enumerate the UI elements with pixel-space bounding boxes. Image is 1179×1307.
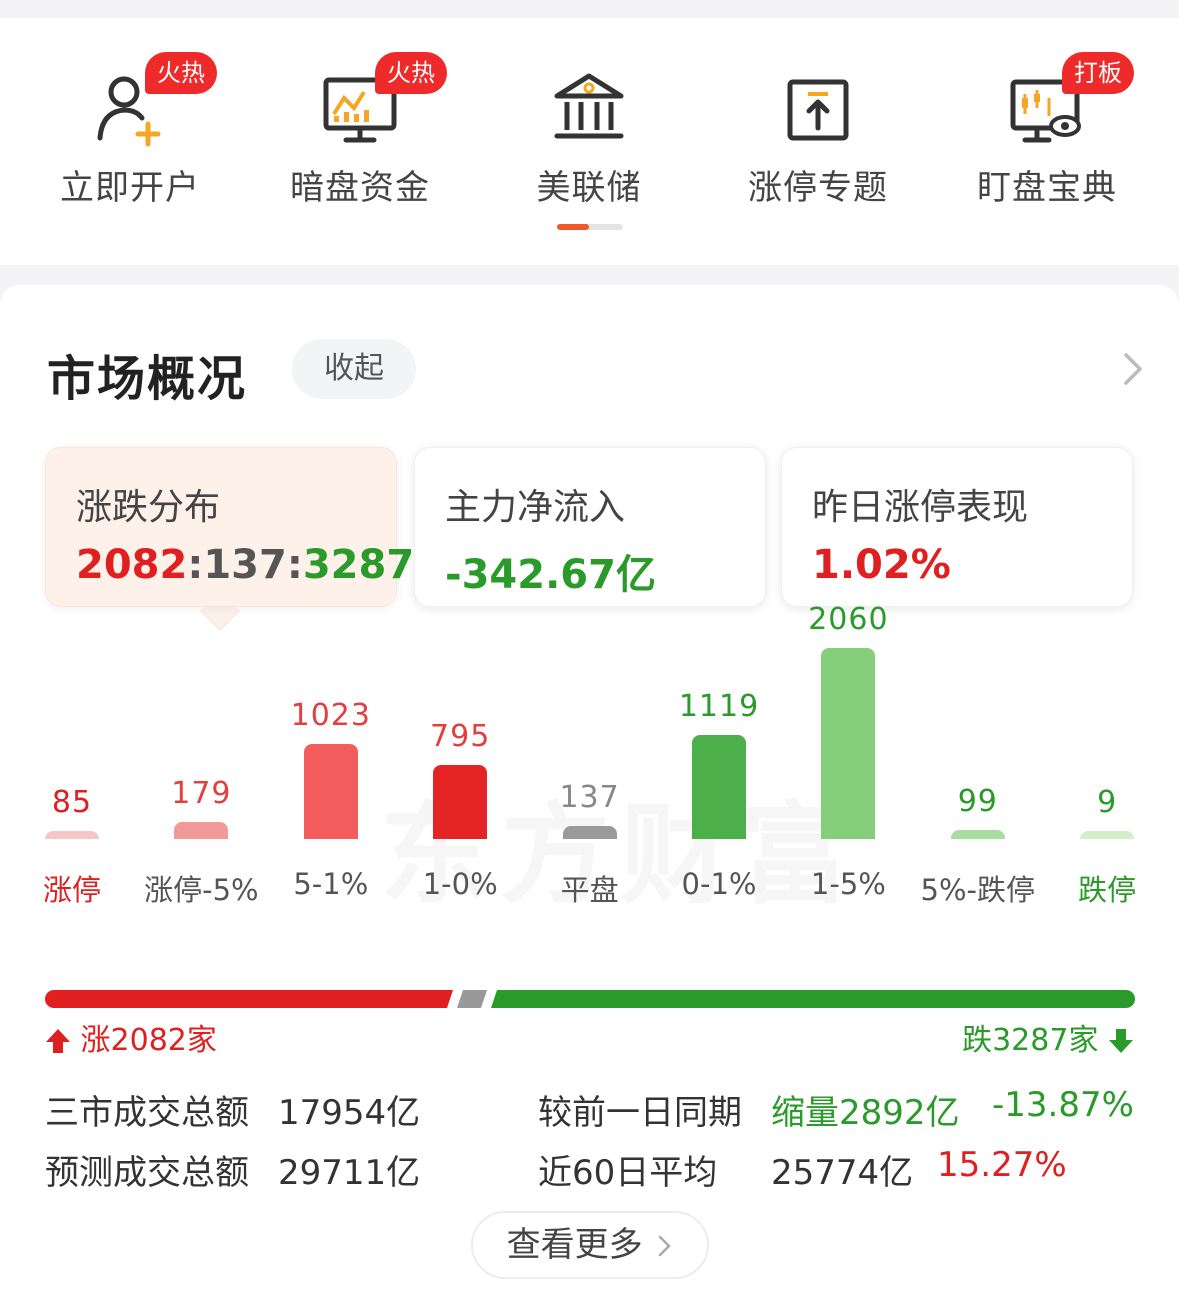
category-label: 1-0%: [422, 867, 498, 901]
arrow-down-icon: [1109, 1029, 1133, 1053]
ratio-sep: :: [187, 542, 204, 588]
badge-limit: 打板: [1062, 52, 1134, 94]
market-overview-card: 市场概况 收起 涨跌分布 2082:137:3287 主力净流入 -342.67…: [0, 285, 1179, 1307]
ratio-sep: :: [286, 542, 303, 588]
tab-main-net-inflow[interactable]: 主力净流入 -342.67亿: [414, 447, 766, 607]
turnover-value: 17954亿: [278, 1093, 421, 1133]
quick-nav: 火热 立即开户 火热 暗盘资金 美联储 涨停专题 打板 盯盘宝典: [0, 18, 1179, 265]
down-count-text: 跌3287家: [962, 1023, 1099, 1058]
nav-limit-up-topic[interactable]: 涨停专题: [703, 18, 933, 265]
nav-monitor-guide[interactable]: 打板 盯盘宝典: [932, 18, 1162, 265]
category-label: 跌停: [1078, 873, 1137, 907]
category-label: 涨停: [42, 873, 101, 907]
bar-value-label: 1023: [290, 698, 371, 733]
view-more-button[interactable]: 查看更多: [471, 1211, 709, 1279]
bar-value-label: 9: [1097, 785, 1118, 820]
net-inflow-value: -342.67亿: [445, 552, 656, 598]
nav-label: 涨停专题: [748, 168, 888, 208]
avg-label: 近60日平均: [538, 1153, 718, 1193]
distribution-ratio: 2082:137:3287: [76, 542, 414, 588]
distribution-bar-chart: 85 涨停 179 涨停-5% 1023 5-1% 795 1-0% 137 平盘 1119 0-1%…: [0, 602, 1179, 965]
turnover-label: 三市成交总额: [45, 1093, 249, 1133]
bar-1: [174, 822, 229, 839]
bar-6: [821, 648, 876, 839]
compare-label: 较前一日同期: [538, 1093, 742, 1133]
nav-label: 暗盘资金: [290, 168, 430, 208]
avg-value: 25774亿: [771, 1153, 914, 1193]
up-count-text: 涨2082家: [80, 1023, 217, 1058]
category-label: 1-5%: [810, 867, 886, 901]
forecast-value: 29711亿: [278, 1153, 421, 1193]
badge-hot: 火热: [375, 52, 447, 94]
category-label: 涨停-5%: [144, 873, 259, 907]
category-label: 5-1%: [293, 867, 369, 901]
ratio-up: 2082: [76, 542, 188, 588]
bar-value-label: 85: [51, 785, 93, 820]
bar-0: [45, 831, 99, 839]
progress-up: [45, 990, 453, 1008]
bar-value-label: 795: [430, 719, 491, 754]
compare-pct: -13.87%: [992, 1085, 1134, 1125]
tab-yesterday-limit-up[interactable]: 昨日涨停表现 1.02%: [781, 447, 1133, 607]
bar-7: [950, 830, 1005, 839]
category-label: 0-1%: [681, 867, 757, 901]
bar-value-label: 137: [559, 780, 620, 815]
down-count: 跌3287家: [962, 1015, 1134, 1059]
tab-title: 主力净流入: [445, 487, 626, 528]
nav-label: 立即开户: [60, 168, 200, 208]
bar-value-label: 99: [957, 784, 998, 819]
tab-title: 昨日涨停表现: [812, 487, 1029, 528]
arrow-up-icon: [46, 1029, 70, 1053]
forecast-label: 预测成交总额: [45, 1153, 249, 1193]
bar-value-label: 2060: [808, 602, 889, 637]
up-down-progress-bar: [45, 990, 1135, 1008]
progress-flat: [457, 990, 487, 1008]
bar-5: [692, 735, 746, 839]
avg-pct: 15.27%: [937, 1145, 1067, 1185]
chevron-right-icon: [659, 1235, 672, 1257]
limit-up-performance-value: 1.02%: [812, 542, 951, 588]
category-label: 5%-跌停: [920, 873, 1036, 907]
bar-value-label: 179: [171, 776, 232, 811]
ratio-down: 3287: [302, 542, 415, 588]
compare-value: 缩量2892亿: [771, 1093, 960, 1133]
bar-3: [433, 765, 488, 839]
bar-value-label: 1119: [678, 689, 760, 724]
tab-distribution[interactable]: 涨跌分布 2082:137:3287: [45, 447, 414, 607]
nav-open-account[interactable]: 火热 立即开户: [15, 18, 245, 265]
up-count: 涨2082家: [45, 1015, 217, 1059]
badge-hot: 火热: [145, 52, 217, 94]
scroll-indicator-fill: [557, 224, 589, 230]
bar-4: [562, 826, 617, 839]
view-more-label: 查看更多: [506, 1225, 643, 1265]
bank-icon: [554, 73, 624, 139]
category-label: 平盘: [560, 873, 619, 907]
nav-dark-pool-funds[interactable]: 火热 暗盘资金: [245, 18, 475, 265]
tab-title: 涨跌分布: [76, 487, 221, 528]
ratio-flat: 137: [203, 542, 287, 588]
nav-label: 美联储: [536, 168, 642, 208]
bar-8: [1080, 831, 1135, 839]
section-title: 市场概况: [47, 351, 248, 407]
chevron-right-icon[interactable]: [1118, 347, 1148, 391]
scroll-indicator: [557, 224, 623, 230]
arrow-up-box-icon: [787, 79, 849, 141]
progress-down: [491, 990, 1135, 1008]
collapse-button[interactable]: 收起: [292, 339, 416, 399]
nav-label: 盯盘宝典: [977, 168, 1117, 208]
bar-2: [303, 744, 358, 839]
